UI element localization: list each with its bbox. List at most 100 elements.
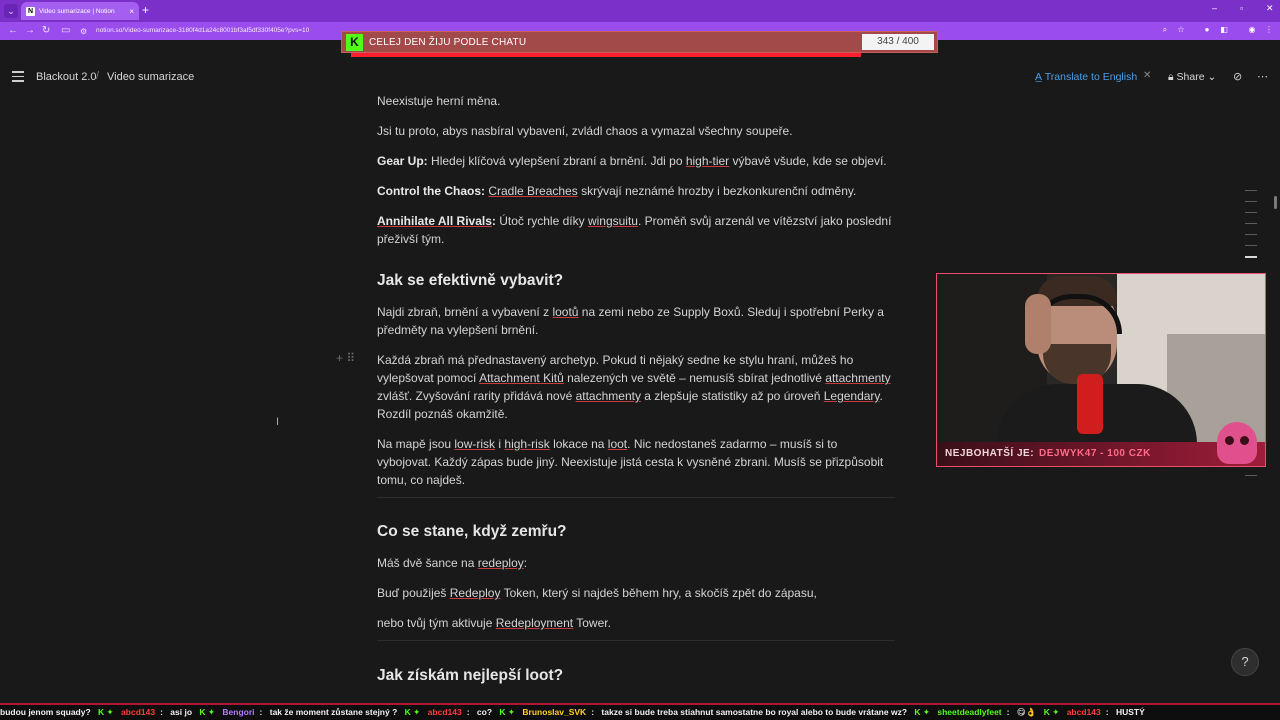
tab-close-icon[interactable]: × (129, 7, 134, 16)
tab-list-icon[interactable]: ⌄ (4, 4, 18, 18)
spellcheck-word: attachmenty (825, 371, 891, 385)
chat-username: abcd143 (1066, 707, 1101, 717)
profile-icon[interactable]: ◉ (1247, 25, 1257, 35)
page-outline[interactable] (1245, 190, 1257, 268)
browser-menu-icon[interactable]: ⋮ (1264, 25, 1274, 35)
heading[interactable]: Jak se efektivně vybavit? (377, 272, 563, 290)
bookmark-star-icon[interactable]: ☆ (1176, 25, 1186, 35)
text: Hledej klíčová vylepšení zbraní a brnění… (427, 154, 686, 168)
paragraph[interactable]: Jsi tu proto, abys nasbíral vybavení, zv… (377, 122, 892, 140)
paragraph[interactable]: Najdi zbraň, brnění a vybavení z lootů n… (377, 303, 892, 339)
translate-dismiss-icon[interactable]: ✕ (1143, 70, 1151, 81)
close-window-icon[interactable]: ✕ (1266, 3, 1274, 14)
goal-label: CELEJ DEN ŽIJU PODLE CHATU (369, 37, 527, 48)
chat-message: co? (476, 707, 493, 717)
paragraph[interactable]: Gear Up: Hledej klíčová vylepšení zbraní… (377, 152, 892, 170)
minimize-icon[interactable]: – (1212, 3, 1217, 13)
url-field[interactable]: notion.so/Video-sumarizace-3180f4d1a24c8… (96, 27, 309, 34)
page-outline-lower[interactable] (1245, 464, 1257, 486)
chat-message: HUSTÝ (1115, 707, 1145, 717)
chat-username: abcd143 (121, 707, 156, 717)
paragraph[interactable]: Na mapě jsou low-risk i high-risk lokace… (377, 435, 892, 489)
text: Máš dvě šance na (377, 556, 478, 570)
heading[interactable]: Co se stane, když zemřu? (377, 523, 567, 541)
breadcrumb-page[interactable]: Video sumarizace (107, 71, 194, 83)
spellcheck-word: low-risk (454, 437, 496, 451)
spellcheck-word: attachmenty (575, 389, 641, 403)
kick-logo-icon: K (346, 34, 363, 51)
text: Útoč rychle díky (495, 214, 588, 228)
extensions-puzzle-icon[interactable]: ◧ (1219, 25, 1229, 35)
scrollbar[interactable] (1274, 196, 1277, 209)
browser-tab-bar: ⌄ N Video sumarizace | Notion × + – ▫ ✕ (0, 0, 1280, 22)
reload-icon[interactable]: ↻ (42, 24, 50, 38)
text: výbavě všude, kde se objeví. (729, 154, 887, 168)
kick-icon: K ✦ (1043, 707, 1060, 717)
site-info-icon[interactable]: ⚙ (80, 25, 87, 39)
bold-label: Control the Chaos: (377, 184, 485, 198)
text: a zlepšuje statistiky až po úroveň (640, 389, 824, 403)
maximize-icon[interactable]: ▫ (1240, 3, 1243, 13)
chat-separator: : (160, 707, 163, 717)
divider (377, 640, 895, 641)
browser-tab[interactable]: N Video sumarizace | Notion × (21, 2, 139, 20)
kick-icon: K ✦ (499, 707, 516, 717)
extension-icon[interactable]: ● (1202, 25, 1212, 35)
chat-username: Bengori (222, 707, 255, 717)
new-tab-icon[interactable]: + (142, 3, 149, 17)
spellcheck-word: high-risk (504, 437, 550, 451)
chat-username: Brunoslav_SVK (522, 707, 587, 717)
text: nebo tvůj tým aktivuje (377, 616, 496, 630)
share-button[interactable]: 🔒︎ Share ⌄ (1168, 71, 1216, 84)
goal-progress-glow (351, 53, 861, 57)
chat-ticker: budou jenom squady? K ✦ abcd143: asi jo … (0, 703, 1280, 720)
link-icon[interactable]: ⊘ (1233, 70, 1242, 83)
spellcheck-word: Redeployment (495, 616, 574, 630)
zoom-icon[interactable]: ⌕ (1160, 25, 1170, 35)
sidebar-menu-icon[interactable] (12, 71, 24, 82)
text: Token, který si najdeš během hry, a skoč… (500, 586, 817, 600)
chat-separator: : (1105, 707, 1109, 717)
back-icon[interactable]: ← (8, 24, 18, 38)
translate-label: Translate to English (1044, 71, 1138, 83)
microphone-icon (1077, 374, 1103, 434)
paragraph[interactable]: Buď použiješ Redeploy Token, který si na… (377, 584, 892, 602)
paragraph[interactable]: Každá zbraň má přednastavený archetyp. P… (377, 351, 892, 423)
share-label: Share (1176, 71, 1205, 83)
paragraph[interactable]: Neexistuje herní měna. (377, 92, 892, 110)
spellcheck-word: high-tier (685, 154, 730, 168)
chat-separator: : (591, 707, 595, 717)
chat-message: takze si bude treba stiahnut samostatne … (601, 707, 908, 717)
kick-icon: K ✦ (914, 707, 931, 717)
breadcrumb-workspace[interactable]: Blackout 2.0 (36, 71, 97, 83)
notion-favicon-icon: N (26, 6, 35, 16)
forward-icon[interactable]: → (25, 24, 35, 38)
kick-icon: K ✦ (98, 707, 114, 717)
block-drag-handle-icon[interactable]: + ⠿ (336, 351, 355, 365)
chat-separator: : (259, 707, 263, 717)
chat-username: abcd143 (427, 707, 462, 717)
chat-message: asi jo (170, 707, 193, 717)
translate-button[interactable]: A̲ Translate to English (1035, 71, 1137, 83)
heading[interactable]: Jak získám nejlepší loot? (377, 667, 563, 685)
chat-separator: : (466, 707, 470, 717)
help-button[interactable]: ? (1231, 648, 1259, 676)
paragraph[interactable]: nebo tvůj tým aktivuje Redeployment Towe… (377, 614, 892, 632)
chat-message: tak že moment zůstane stejný ? (269, 707, 398, 717)
bold-label: Gear Up: (377, 154, 428, 168)
spellcheck-word: lootů (552, 305, 579, 319)
chevron-down-icon: ⌄ (1207, 71, 1217, 83)
more-options-icon[interactable]: ⋯ (1257, 70, 1268, 83)
split-view-icon[interactable]: ▭ (61, 24, 70, 38)
paragraph[interactable]: Annihilate All Rivals: Útoč rychle díky … (377, 212, 892, 248)
paragraph[interactable]: Máš dvě šance na redeploy: (377, 554, 892, 572)
top-donor-value: DEJWYK47 - 100 CZK (1039, 448, 1151, 459)
tab-title: Video sumarizace | Notion (39, 7, 115, 15)
spellcheck-word: Cradle Breaches (488, 184, 578, 198)
notion-topbar: Blackout 2.0 / Video sumarizace A̲ Trans… (0, 62, 1280, 92)
paragraph[interactable]: Control the Chaos: Cradle Breaches skrýv… (377, 182, 892, 200)
kick-icon: K ✦ (199, 707, 216, 717)
text: Buď použiješ (377, 586, 450, 600)
text: Tower. (573, 616, 611, 630)
bold-label: Annihilate All Rivals (377, 214, 492, 228)
